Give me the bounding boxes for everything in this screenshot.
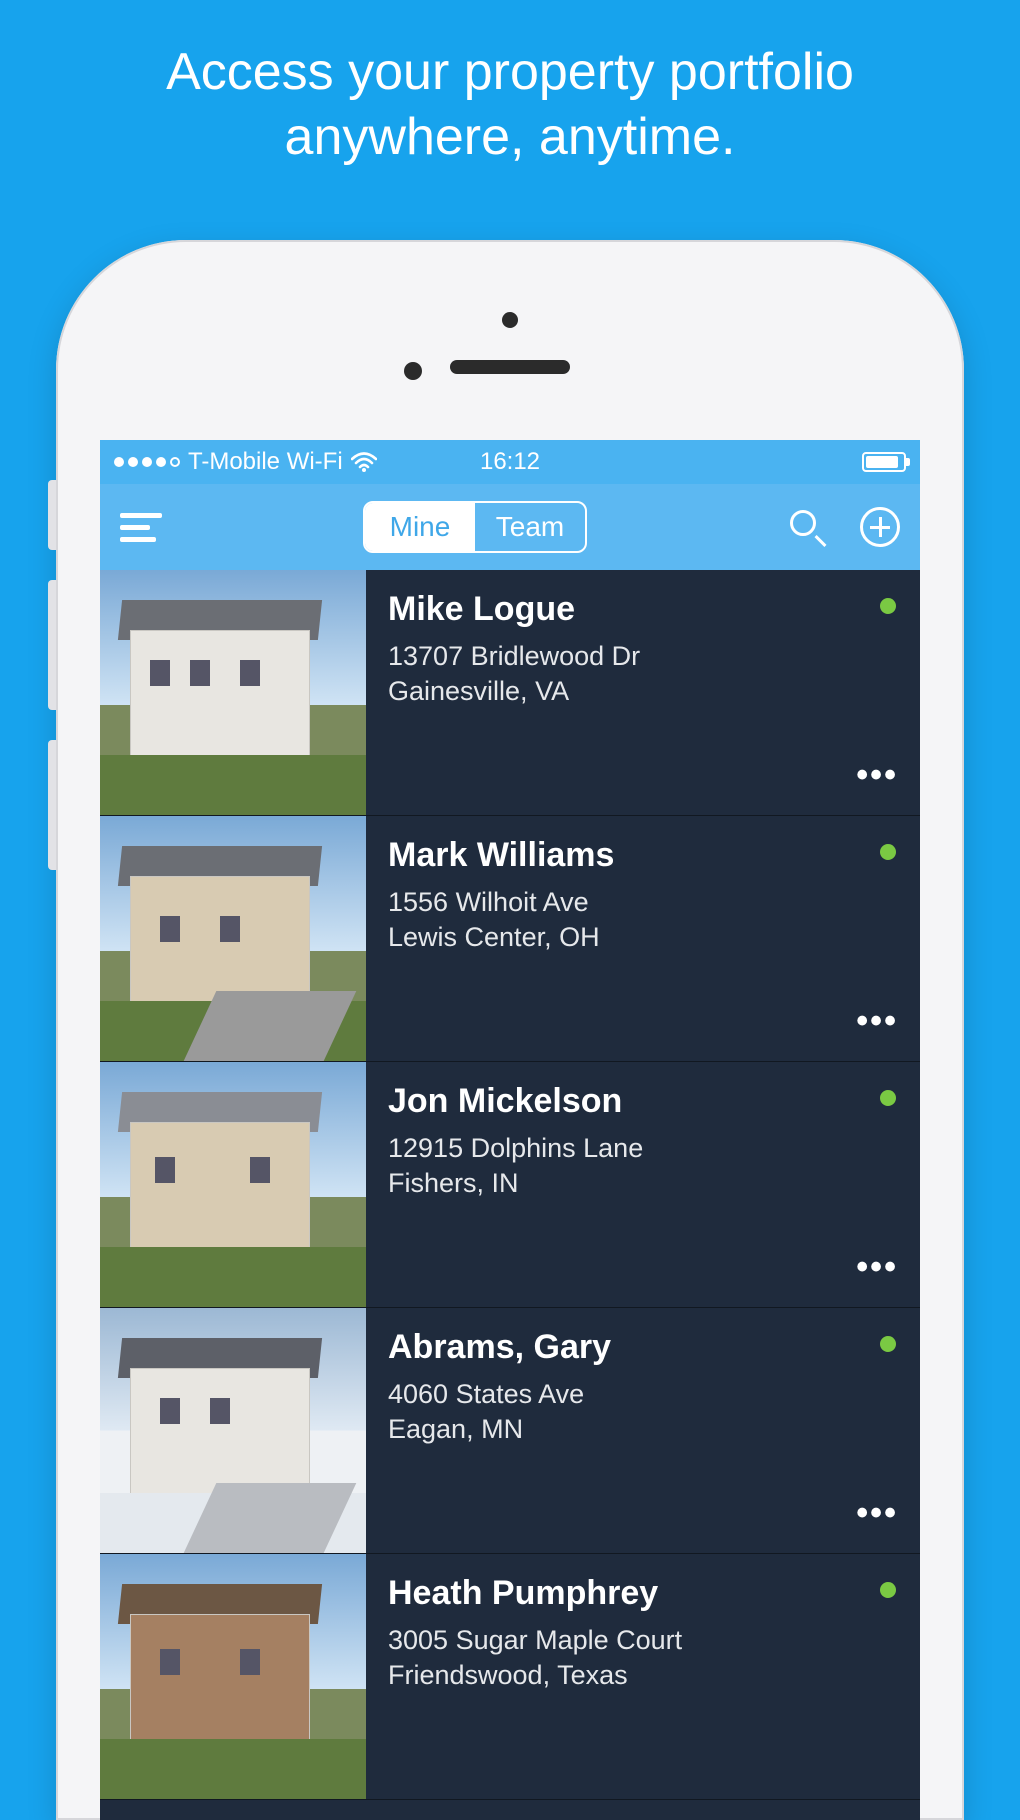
property-address-1: 3005 Sugar Maple Court xyxy=(388,1625,682,1655)
add-icon[interactable] xyxy=(860,507,900,547)
status-dot-icon xyxy=(880,1582,896,1598)
speaker-slot xyxy=(450,360,570,374)
sensor-dot xyxy=(502,312,518,328)
status-bar: T-Mobile Wi-Fi 16:12 xyxy=(100,440,920,484)
signal-dots-icon xyxy=(114,457,180,467)
property-name: Abrams, Gary xyxy=(388,1328,898,1367)
list-item[interactable]: Abrams, Gary 4060 States Ave Eagan, MN •… xyxy=(100,1308,920,1554)
property-address-2: Lewis Center, OH xyxy=(388,922,600,952)
wifi-icon xyxy=(351,452,377,472)
phone-frame: T-Mobile Wi-Fi 16:12 Mine Team xyxy=(56,240,964,1820)
promo-line2: anywhere, anytime. xyxy=(285,108,736,166)
list-item[interactable]: Jon Mickelson 12915 Dolphins Lane Fisher… xyxy=(100,1062,920,1308)
property-thumbnail xyxy=(100,1062,366,1307)
carrier-label: T-Mobile Wi-Fi xyxy=(188,448,343,476)
promo-line1: Access your property portfolio xyxy=(166,43,854,101)
property-thumbnail xyxy=(100,570,366,815)
property-address-1: 12915 Dolphins Lane xyxy=(388,1133,643,1163)
promo-headline: Access your property portfolio anywhere,… xyxy=(0,0,1020,200)
phone-screen: T-Mobile Wi-Fi 16:12 Mine Team xyxy=(100,440,920,1820)
property-address-1: 13707 Bridlewood Dr xyxy=(388,641,640,671)
list-item[interactable]: Heath Pumphrey 3005 Sugar Maple Court Fr… xyxy=(100,1554,920,1800)
property-name: Heath Pumphrey xyxy=(388,1574,898,1613)
more-icon[interactable]: ••• xyxy=(856,1002,898,1041)
battery-icon xyxy=(862,452,906,472)
menu-icon[interactable] xyxy=(120,513,162,542)
property-thumbnail xyxy=(100,1308,366,1553)
property-address-2: Friendswood, Texas xyxy=(388,1660,628,1690)
property-list[interactable]: Mike Logue 13707 Bridlewood Dr Gainesvil… xyxy=(100,570,920,1800)
more-icon[interactable]: ••• xyxy=(856,1248,898,1287)
property-address-2: Gainesville, VA xyxy=(388,676,569,706)
status-dot-icon xyxy=(880,1336,896,1352)
nav-bar: Mine Team xyxy=(100,484,920,570)
more-icon[interactable]: ••• xyxy=(856,1494,898,1533)
property-name: Mike Logue xyxy=(388,590,898,629)
search-icon[interactable] xyxy=(788,508,826,546)
camera-dot xyxy=(404,362,422,380)
list-item[interactable]: Mark Williams 1556 Wilhoit Ave Lewis Cen… xyxy=(100,816,920,1062)
tab-team[interactable]: Team xyxy=(475,503,585,551)
tab-mine[interactable]: Mine xyxy=(365,503,475,551)
property-thumbnail xyxy=(100,1554,366,1799)
property-name: Jon Mickelson xyxy=(388,1082,898,1121)
property-name: Mark Williams xyxy=(388,836,898,875)
property-address-2: Fishers, IN xyxy=(388,1168,519,1198)
property-address-1: 4060 States Ave xyxy=(388,1379,584,1409)
status-time: 16:12 xyxy=(480,448,540,476)
property-address-2: Eagan, MN xyxy=(388,1414,523,1444)
list-item[interactable]: Mike Logue 13707 Bridlewood Dr Gainesvil… xyxy=(100,570,920,816)
more-icon[interactable]: ••• xyxy=(856,756,898,795)
property-address-1: 1556 Wilhoit Ave xyxy=(388,887,589,917)
status-dot-icon xyxy=(880,844,896,860)
property-thumbnail xyxy=(100,816,366,1061)
segmented-control: Mine Team xyxy=(363,501,587,553)
status-dot-icon xyxy=(880,598,896,614)
status-dot-icon xyxy=(880,1090,896,1106)
